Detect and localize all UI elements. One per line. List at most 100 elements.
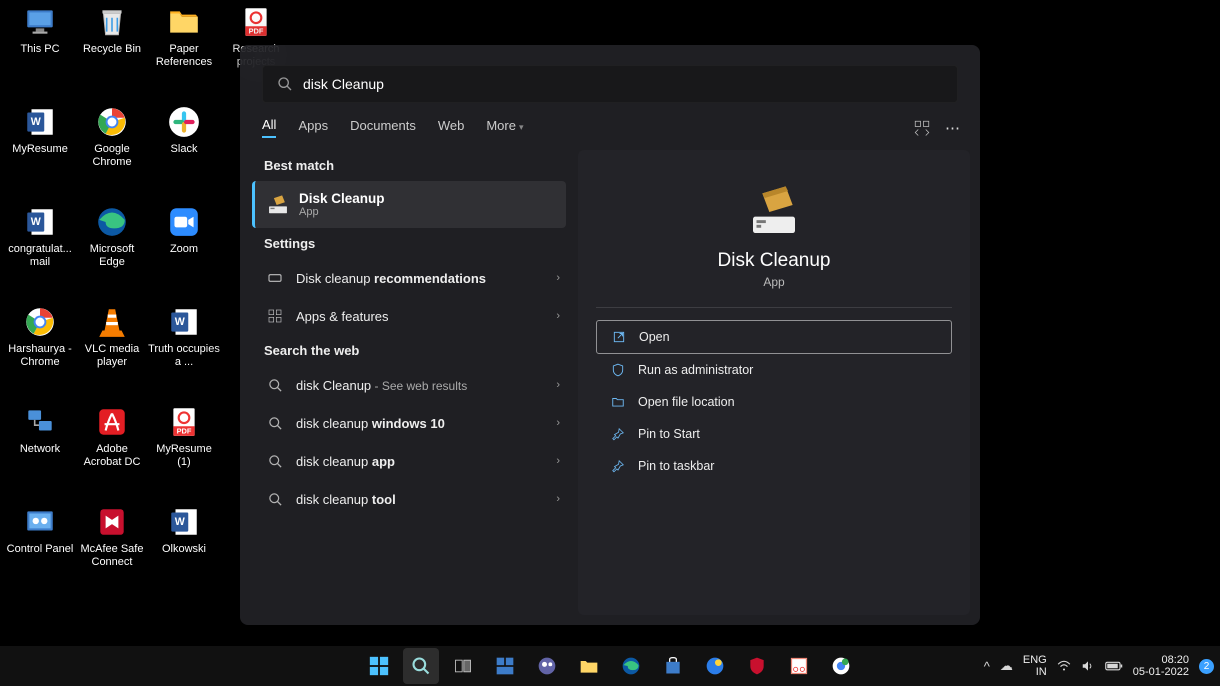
taskbar: ^ ☁ ENGIN 08:2005-01-2022 2	[0, 646, 1220, 686]
desktop-icon-label: Harshaurya - Chrome	[4, 343, 76, 369]
divider	[596, 307, 952, 308]
desktop-icon[interactable]: Paper References	[148, 4, 220, 69]
action-label: Open file location	[638, 395, 735, 409]
desktop-icon[interactable]: Harshaurya - Chrome	[4, 304, 76, 369]
taskbar-explorer-icon[interactable]	[571, 648, 607, 684]
desktop-icon-label: Paper References	[148, 43, 220, 69]
desktop-icon[interactable]: Adobe Acrobat DC	[76, 404, 148, 469]
action-pin-to-taskbar[interactable]: Pin to taskbar	[596, 450, 952, 482]
settings-result[interactable]: Disk cleanup recommendations›	[262, 259, 566, 297]
taskbar-security-icon[interactable]	[697, 648, 733, 684]
pdf-icon: PDF	[238, 4, 274, 40]
web-result[interactable]: disk Cleanup - See web results›	[262, 366, 566, 404]
word-icon: W	[166, 504, 202, 540]
desktop-icon[interactable]: Control Panel	[4, 504, 76, 556]
word-icon: W	[22, 104, 58, 140]
notification-badge[interactable]: 2	[1199, 659, 1214, 674]
word-icon: W	[22, 204, 58, 240]
taskbar-store-icon[interactable]	[655, 648, 691, 684]
folder-icon	[610, 394, 626, 410]
desktop-icon-label: MyResume	[4, 143, 76, 156]
desktop-icon[interactable]: This PC	[4, 4, 76, 56]
preview-subtitle: App	[763, 275, 784, 289]
taskbar-mcafee-tb-icon[interactable]	[739, 648, 775, 684]
clock[interactable]: 08:2005-01-2022	[1133, 654, 1189, 678]
settings-result[interactable]: Apps & features›	[262, 297, 566, 335]
desktop-icon[interactable]: Zoom	[148, 204, 220, 256]
bin-icon	[94, 4, 130, 40]
tab-web[interactable]: Web	[438, 118, 465, 137]
best-match-result[interactable]: Disk Cleanup App	[252, 181, 566, 228]
desktop-icon[interactable]: Google Chrome	[76, 104, 148, 169]
setting-label: Disk cleanup recommendations	[296, 271, 486, 286]
vlc-icon	[94, 304, 130, 340]
chrome-icon	[22, 304, 58, 340]
desktop-icon-label: Network	[4, 443, 76, 456]
desktop-icon-label: congratulat... mail	[4, 243, 76, 269]
volume-icon[interactable]	[1081, 659, 1095, 673]
desktop-icon[interactable]: McAfee Safe Connect	[76, 504, 148, 569]
tray-onedrive-icon[interactable]: ☁	[1000, 658, 1013, 674]
web-result[interactable]: disk cleanup windows 10 ›	[262, 404, 566, 442]
desktop-icon[interactable]: Microsoft Edge	[76, 204, 148, 269]
svg-text:PDF: PDF	[177, 427, 192, 436]
pin-icon	[610, 426, 626, 442]
desktop-icon[interactable]: PDFMyResume (1)	[148, 404, 220, 469]
web-result-label: disk Cleanup - See web results	[296, 378, 467, 393]
tray-chevron-up-icon[interactable]: ^	[984, 659, 990, 674]
tab-options-icon[interactable]	[913, 119, 931, 137]
desktop-icon-label: Zoom	[148, 243, 220, 256]
edge-icon	[94, 204, 130, 240]
desktop-icon[interactable]: Network	[4, 404, 76, 456]
zoom-icon	[166, 204, 202, 240]
desktop-icon[interactable]: W MyResume	[4, 104, 76, 156]
action-open-file-location[interactable]: Open file location	[596, 386, 952, 418]
taskbar-snip-icon[interactable]	[781, 648, 817, 684]
search-box[interactable]	[262, 65, 958, 103]
chevron-right-icon: ›	[556, 310, 560, 322]
taskbar-task-view-icon[interactable]	[445, 648, 481, 684]
tab-all[interactable]: All	[262, 117, 276, 138]
language-indicator[interactable]: ENGIN	[1023, 654, 1047, 678]
svg-text:W: W	[31, 216, 41, 228]
desktop-icon[interactable]: WTruth occupies a ...	[148, 304, 220, 369]
tab-more[interactable]: More▾	[486, 118, 523, 137]
tab-documents[interactable]: Documents	[350, 118, 416, 137]
wifi-icon[interactable]	[1057, 659, 1071, 673]
action-label: Open	[639, 330, 670, 344]
svg-text:W: W	[31, 116, 41, 128]
desktop-icon-label: Olkowski	[148, 543, 220, 556]
desktop-icon[interactable]: W Olkowski	[148, 504, 220, 556]
web-result[interactable]: disk cleanup tool›	[262, 480, 566, 518]
action-label: Pin to taskbar	[638, 459, 714, 473]
desktop-icon-label: Recycle Bin	[76, 43, 148, 56]
desktop-icon-label: Microsoft Edge	[76, 243, 148, 269]
acrobat-icon	[94, 404, 130, 440]
desktop-icon[interactable]: VLC media player	[76, 304, 148, 369]
taskbar-widgets-icon[interactable]	[487, 648, 523, 684]
desktop-icon[interactable]: Recycle Bin	[76, 4, 148, 56]
action-open[interactable]: Open	[596, 320, 952, 354]
desktop-icon-label: This PC	[4, 43, 76, 56]
taskbar-chrome-tb-icon[interactable]	[823, 648, 859, 684]
tab-apps[interactable]: Apps	[298, 118, 328, 137]
desktop-icon[interactable]: Slack	[148, 104, 220, 156]
taskbar-teams-icon[interactable]	[529, 648, 565, 684]
action-pin-to-start[interactable]: Pin to Start	[596, 418, 952, 450]
web-result[interactable]: disk cleanup app›	[262, 442, 566, 480]
web-result-label: disk cleanup windows 10	[296, 416, 445, 431]
more-icon[interactable]: ⋯	[945, 119, 960, 137]
action-run-as-administrator[interactable]: Run as administrator	[596, 354, 952, 386]
taskbar-search-icon[interactable]	[403, 648, 439, 684]
chevron-right-icon: ›	[556, 455, 560, 467]
chevron-right-icon: ›	[556, 417, 560, 429]
search-tabs: All Apps Documents Web More▾ ⋯	[240, 103, 980, 150]
taskbar-start-icon[interactable]	[361, 648, 397, 684]
disk-cleanup-icon	[267, 194, 289, 216]
taskbar-edge-tb-icon[interactable]	[613, 648, 649, 684]
search-input[interactable]	[303, 76, 943, 92]
pin-icon	[610, 458, 626, 474]
pc-icon	[22, 4, 58, 40]
desktop-icon[interactable]: Wcongratulat... mail	[4, 204, 76, 269]
battery-icon[interactable]	[1105, 660, 1123, 672]
